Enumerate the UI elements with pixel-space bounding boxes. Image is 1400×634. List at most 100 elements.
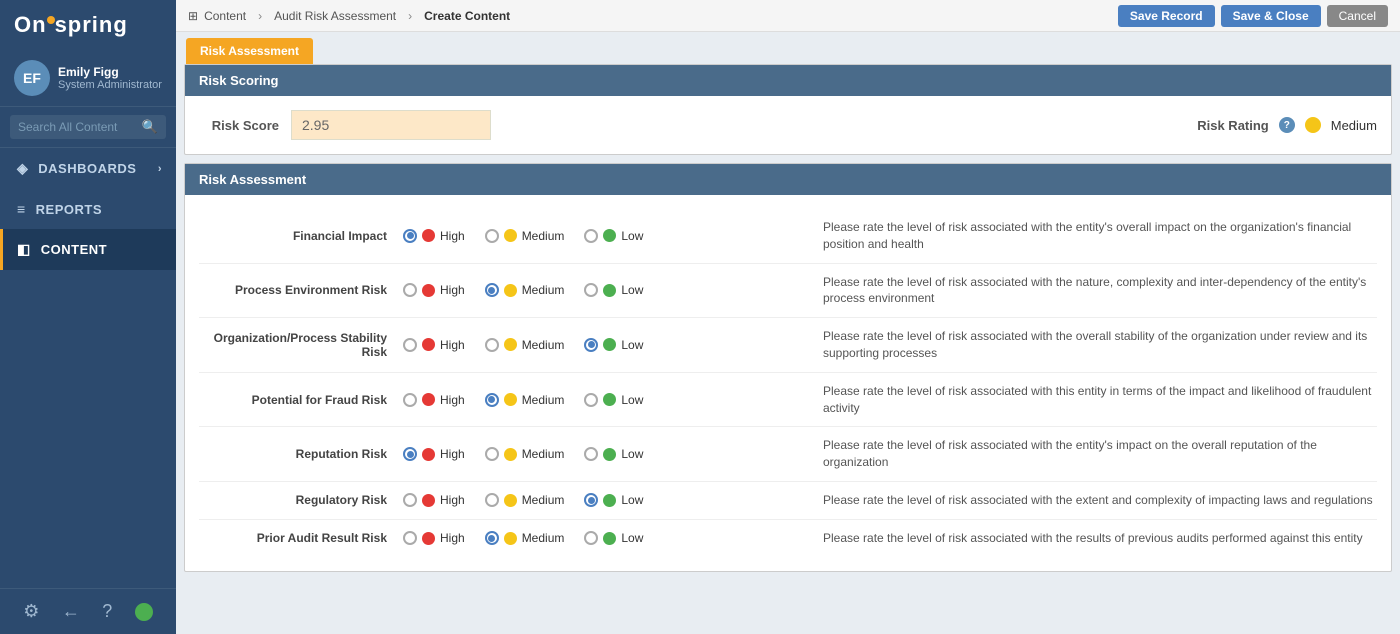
- sidebar-item-label-content: CONTENT: [41, 242, 107, 257]
- green-dot-icon: [603, 448, 616, 461]
- low-radio[interactable]: [584, 338, 598, 352]
- high-radio[interactable]: [403, 229, 417, 243]
- sidebar-item-content[interactable]: ◧ CONTENT: [0, 229, 176, 270]
- save-record-button[interactable]: Save Record: [1118, 5, 1215, 27]
- high-radio[interactable]: [403, 393, 417, 407]
- low-radio[interactable]: [584, 531, 598, 545]
- risk-description: Please rate the level of risk associated…: [823, 219, 1373, 253]
- back-icon[interactable]: ←: [62, 601, 80, 622]
- sidebar-item-reports[interactable]: ≡ REPORTS: [0, 189, 176, 229]
- search-input[interactable]: [18, 120, 142, 134]
- green-dot-icon: [603, 532, 616, 545]
- risk-description: Please rate the level of risk associated…: [823, 328, 1373, 362]
- medium-radio-group: Medium: [485, 393, 565, 407]
- user-role: System Administrator: [58, 79, 162, 91]
- low-radio-group: Low: [584, 283, 643, 297]
- medium-radio[interactable]: [485, 393, 499, 407]
- high-label: High: [440, 283, 465, 297]
- table-row: Organization/Process Stability Risk High…: [199, 318, 1377, 373]
- high-radio[interactable]: [403, 447, 417, 461]
- help-icon[interactable]: ?: [102, 601, 112, 622]
- rating-value: Medium: [1331, 118, 1377, 133]
- high-label: High: [440, 393, 465, 407]
- score-input[interactable]: [291, 110, 491, 140]
- risk-description: Please rate the level of risk associated…: [823, 437, 1373, 471]
- high-label: High: [440, 229, 465, 243]
- risk-assessment-section: Risk Assessment Financial Impact High Me…: [184, 163, 1392, 572]
- risk-row-name: Potential for Fraud Risk: [203, 393, 403, 407]
- high-radio-group: High: [403, 283, 465, 297]
- low-radio[interactable]: [584, 229, 598, 243]
- rating-dot: [1305, 117, 1321, 133]
- logo-text: Onspring: [14, 12, 128, 38]
- risk-row-options: High Medium Low: [403, 393, 823, 407]
- yellow-dot-icon: [504, 393, 517, 406]
- high-radio-group: High: [403, 531, 465, 545]
- sidebar-nav: ◈ DASHBOARDS › ≡ REPORTS ◧ CONTENT: [0, 148, 176, 588]
- content-icon: ◧: [17, 241, 31, 258]
- medium-radio[interactable]: [485, 229, 499, 243]
- risk-row-options: High Medium Low: [403, 447, 823, 461]
- medium-radio[interactable]: [485, 531, 499, 545]
- medium-radio-group: Medium: [485, 283, 565, 297]
- medium-radio[interactable]: [485, 447, 499, 461]
- high-radio[interactable]: [403, 338, 417, 352]
- rating-label: Risk Rating: [1197, 118, 1269, 133]
- tab-risk-assessment[interactable]: Risk Assessment: [186, 38, 313, 64]
- high-radio[interactable]: [403, 493, 417, 507]
- medium-radio[interactable]: [485, 493, 499, 507]
- high-radio[interactable]: [403, 283, 417, 297]
- green-dot-icon: [603, 284, 616, 297]
- medium-radio-group: Medium: [485, 229, 565, 243]
- medium-label: Medium: [522, 531, 565, 545]
- risk-row-name: Reputation Risk: [203, 447, 403, 461]
- medium-radio[interactable]: [485, 283, 499, 297]
- low-radio-group: Low: [584, 338, 643, 352]
- risk-row-name: Financial Impact: [203, 229, 403, 243]
- medium-radio-group: Medium: [485, 493, 565, 507]
- risk-rows: Financial Impact High Medium Low Please …: [199, 209, 1377, 557]
- breadcrumb-sep-2: ›: [408, 9, 412, 23]
- red-dot-icon: [422, 229, 435, 242]
- medium-label: Medium: [522, 338, 565, 352]
- low-radio[interactable]: [584, 283, 598, 297]
- yellow-dot-icon: [504, 494, 517, 507]
- medium-label: Medium: [522, 447, 565, 461]
- medium-radio-group: Medium: [485, 531, 565, 545]
- logo: Onspring: [0, 0, 176, 50]
- breadcrumb-layers-icon: ⊞: [188, 9, 198, 23]
- main-content: ⊞ Content › Audit Risk Assessment › Crea…: [176, 0, 1400, 634]
- risk-row-name: Regulatory Risk: [203, 493, 403, 507]
- save-close-button[interactable]: Save & Close: [1221, 5, 1321, 27]
- high-radio[interactable]: [403, 531, 417, 545]
- search-icon: 🔍: [142, 119, 158, 135]
- low-radio[interactable]: [584, 493, 598, 507]
- green-dot-icon: [603, 229, 616, 242]
- risk-assessment-header: Risk Assessment: [185, 164, 1391, 195]
- low-radio[interactable]: [584, 447, 598, 461]
- low-radio[interactable]: [584, 393, 598, 407]
- green-dot-icon: [603, 393, 616, 406]
- cancel-button[interactable]: Cancel: [1327, 5, 1388, 27]
- table-row: Process Environment Risk High Medium Low…: [199, 264, 1377, 319]
- dashboards-icon: ◈: [17, 160, 28, 177]
- medium-radio[interactable]: [485, 338, 499, 352]
- high-label: High: [440, 531, 465, 545]
- table-row: Prior Audit Result Risk High Medium Low …: [199, 520, 1377, 557]
- red-dot-icon: [422, 494, 435, 507]
- risk-row-options: High Medium Low: [403, 229, 823, 243]
- low-radio-group: Low: [584, 531, 643, 545]
- risk-row-name: Organization/Process Stability Risk: [203, 331, 403, 359]
- low-radio-group: Low: [584, 447, 643, 461]
- settings-icon[interactable]: ⚙: [23, 601, 39, 622]
- low-radio-group: Low: [584, 393, 643, 407]
- table-row: Potential for Fraud Risk High Medium Low…: [199, 373, 1377, 428]
- sidebar-item-dashboards[interactable]: ◈ DASHBOARDS ›: [0, 148, 176, 189]
- sidebar-bottom: ⚙ ← ?: [0, 588, 176, 634]
- high-label: High: [440, 447, 465, 461]
- risk-row-name: Process Environment Risk: [203, 283, 403, 297]
- score-field: Risk Score: [199, 110, 491, 140]
- user-profile[interactable]: EF Emily Figg System Administrator: [0, 50, 176, 107]
- risk-row-options: High Medium Low: [403, 338, 823, 352]
- low-label: Low: [621, 493, 643, 507]
